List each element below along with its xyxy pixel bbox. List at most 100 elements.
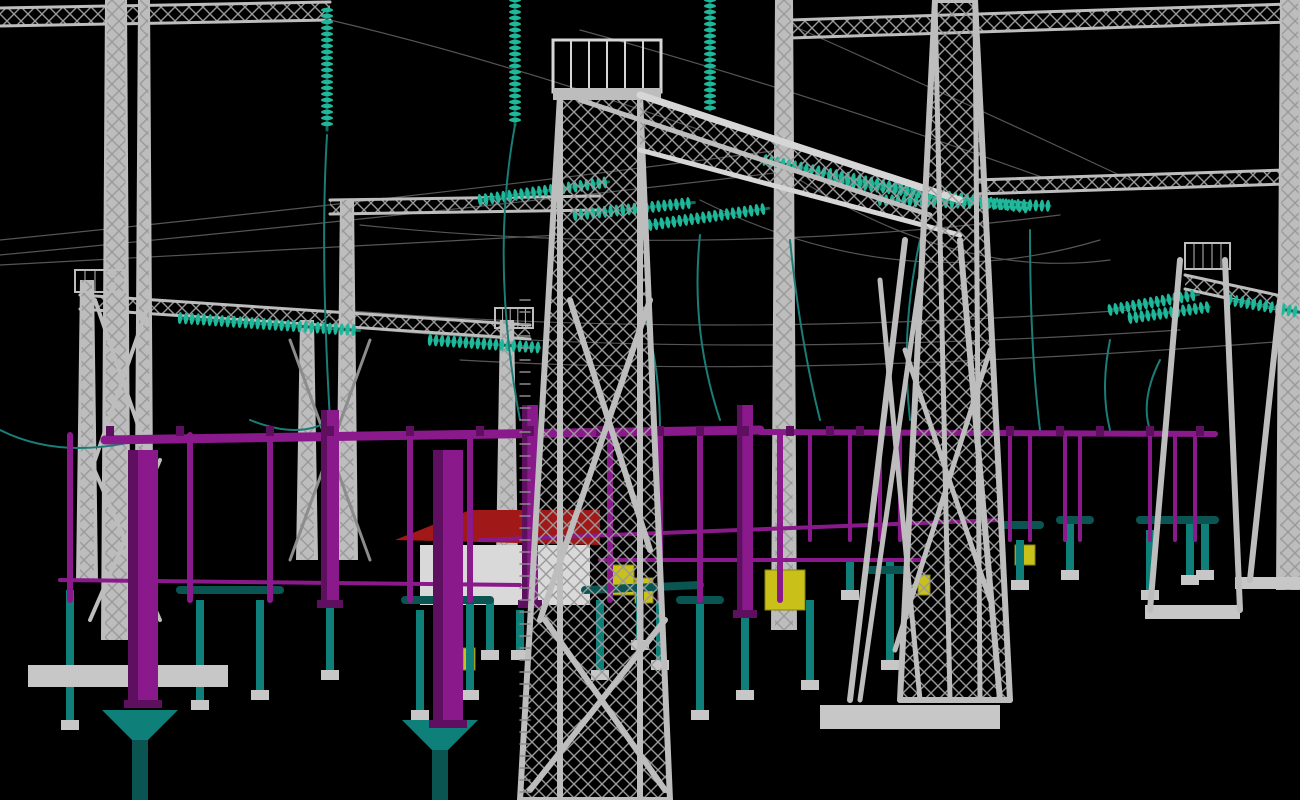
support-foundation — [736, 690, 754, 700]
bus-clamp — [741, 426, 749, 436]
support-foundation — [191, 700, 209, 710]
insulator-disc — [321, 73, 333, 79]
insulator-disc — [509, 33, 521, 39]
insulator-disc — [321, 85, 333, 91]
insulator-disc — [509, 87, 521, 93]
support-post — [886, 560, 894, 660]
support-post — [516, 610, 524, 650]
pillar-base — [124, 700, 162, 708]
column-mid-right — [771, 0, 797, 630]
insulator-disc — [509, 57, 521, 63]
insulator-disc — [321, 97, 333, 103]
insulator-disc — [509, 117, 521, 123]
gantry-top-left — [0, 0, 332, 28]
busbar-pillar — [124, 450, 162, 708]
support-post — [486, 600, 494, 650]
bus-clamp — [176, 426, 184, 436]
bus-clamp — [786, 426, 794, 436]
insulator-disc — [321, 13, 333, 19]
insulator-disc — [509, 3, 521, 9]
support-post — [806, 600, 814, 680]
support-foundation — [1061, 570, 1079, 580]
pillar-base — [733, 610, 757, 618]
insulator-disc — [509, 75, 521, 81]
bus-clamp — [1096, 426, 1104, 436]
bus-clamp — [1006, 426, 1014, 436]
pillar-shade — [433, 450, 443, 720]
pillar-base — [429, 720, 467, 728]
support-post — [326, 600, 334, 670]
insulator-disc — [321, 121, 333, 127]
support-foundation — [481, 650, 499, 660]
support-foundation — [461, 690, 479, 700]
support-post — [696, 600, 704, 710]
support-post — [256, 600, 264, 690]
support-post — [741, 610, 749, 690]
support-post — [416, 610, 424, 710]
bus-clamp — [526, 426, 534, 436]
support-foundation — [1011, 580, 1029, 590]
column-lattice — [80, 280, 94, 580]
bus-clamp — [476, 426, 484, 436]
pillar-base — [317, 600, 343, 608]
insulator-disc — [321, 49, 333, 55]
insulator-disc — [509, 93, 521, 99]
insulator-disc — [509, 9, 521, 15]
pillar-shade — [321, 410, 327, 600]
support-foundation — [321, 670, 339, 680]
support-foundation — [841, 590, 859, 600]
insulator-disc — [321, 37, 333, 43]
insulator-disc — [321, 91, 333, 97]
insulator-disc — [704, 57, 716, 63]
insulator-disc — [704, 27, 716, 33]
insulator-disc — [509, 99, 521, 105]
support-post — [1066, 520, 1074, 570]
insulator-disc — [509, 111, 521, 117]
support-post — [846, 560, 854, 590]
insulator-disc — [704, 69, 716, 75]
bus-clamp — [826, 426, 834, 436]
support-foundation — [411, 710, 429, 720]
insulator-disc — [704, 63, 716, 69]
insulator-disc — [509, 81, 521, 87]
insulator-disc — [704, 51, 716, 57]
insulator-disc — [704, 15, 716, 21]
insulator-disc — [509, 105, 521, 111]
insulator-disc — [704, 3, 716, 9]
support-foundation — [801, 680, 819, 690]
insulator-disc — [704, 93, 716, 99]
control-cabinet — [764, 569, 806, 611]
bus-clamp — [106, 426, 114, 436]
insulator-disc — [321, 31, 333, 37]
busbar-pillar — [429, 450, 467, 728]
insulator-disc — [704, 45, 716, 51]
substation-3d-render — [0, 0, 1300, 800]
bus-clamp — [266, 426, 274, 436]
support-foundation — [881, 660, 899, 670]
insulator-disc — [321, 67, 333, 73]
funnel-stem — [432, 750, 448, 800]
insulator-disc — [704, 99, 716, 105]
support-post — [466, 600, 474, 690]
bus-clamp — [326, 426, 334, 436]
bus-clamp — [406, 426, 414, 436]
ground-slab — [820, 705, 1000, 729]
column-lattice — [1280, 0, 1300, 590]
insulator-disc — [321, 109, 333, 115]
ground-slab — [1235, 577, 1300, 589]
insulator-disc — [321, 115, 333, 121]
insulator-disc — [509, 21, 521, 27]
insulator-disc — [704, 87, 716, 93]
insulator-disc — [509, 45, 521, 51]
insulator-disc — [509, 69, 521, 75]
bus-clamp — [856, 426, 864, 436]
pillar-shade — [128, 450, 138, 700]
bus-clamp — [696, 426, 704, 436]
support-foundation — [1196, 570, 1214, 580]
support-post — [1016, 540, 1024, 580]
insulator-disc — [704, 81, 716, 87]
insulator-disc — [704, 39, 716, 45]
insulator-disc — [509, 63, 521, 69]
insulator-disc — [704, 21, 716, 27]
insulator-disc — [704, 9, 716, 15]
